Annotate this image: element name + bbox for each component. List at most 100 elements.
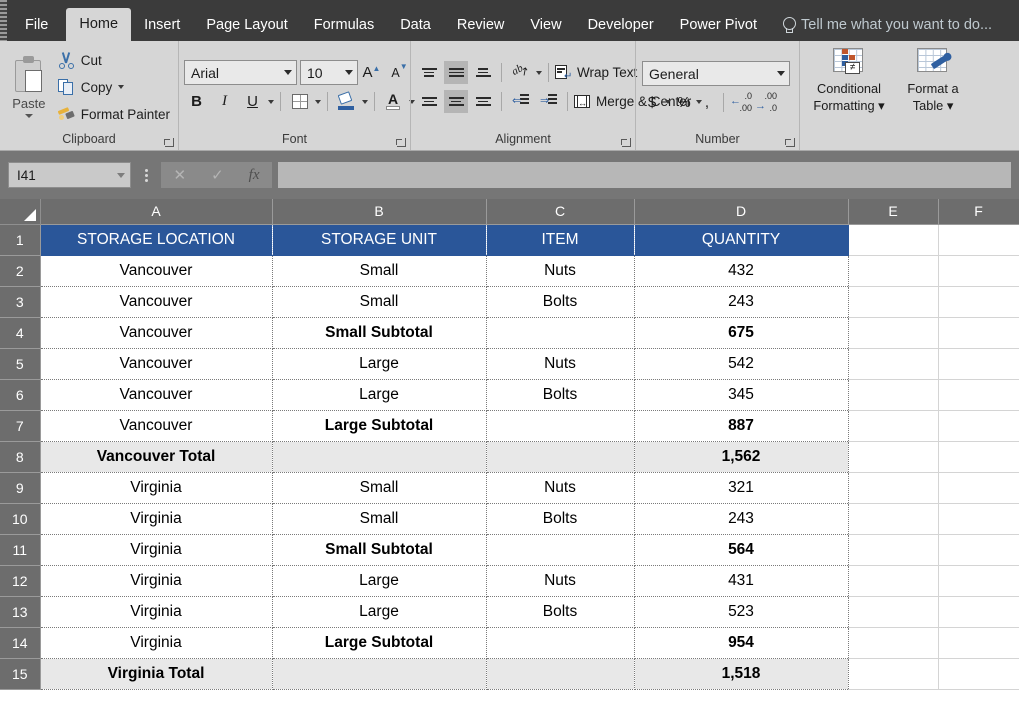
row-header-12[interactable]: 12 [0, 565, 40, 596]
row-header-6[interactable]: 6 [0, 379, 40, 410]
cell-D8[interactable]: 1,562 [634, 441, 848, 472]
cell-C9[interactable]: Nuts [486, 472, 634, 503]
cell-F15[interactable] [938, 658, 1019, 689]
cell-E3[interactable] [848, 286, 938, 317]
cell-B1[interactable]: STORAGE UNIT [272, 224, 486, 255]
chevron-down-icon[interactable] [118, 85, 124, 89]
currency-chevron-down-icon[interactable] [665, 100, 671, 104]
cell-A8[interactable]: Vancouver Total [40, 441, 272, 472]
orientation-chevron-down-icon[interactable] [536, 71, 542, 75]
font-dialog-launcher[interactable] [397, 138, 406, 147]
cell-E7[interactable] [848, 410, 938, 441]
tab-developer[interactable]: Developer [575, 9, 667, 41]
cell-F11[interactable] [938, 534, 1019, 565]
cell-A7[interactable]: Vancouver [40, 410, 272, 441]
cut-button[interactable]: Cut [55, 48, 173, 72]
cell-B5[interactable]: Large [272, 348, 486, 379]
cell-C10[interactable]: Bolts [486, 503, 634, 534]
cell-A4[interactable]: Vancouver [40, 317, 272, 348]
cell-C13[interactable]: Bolts [486, 596, 634, 627]
cell-D12[interactable]: 431 [634, 565, 848, 596]
cell-E11[interactable] [848, 534, 938, 565]
number-format-combobox[interactable]: General [642, 61, 790, 86]
underline-button[interactable]: U [240, 89, 265, 114]
cell-E14[interactable] [848, 627, 938, 658]
column-header-f[interactable]: F [938, 199, 1019, 224]
fill-color-button[interactable] [334, 89, 359, 114]
formula-bar-grip[interactable] [139, 169, 153, 182]
row-header-5[interactable]: 5 [0, 348, 40, 379]
cell-A3[interactable]: Vancouver [40, 286, 272, 317]
cell-D7[interactable]: 887 [634, 410, 848, 441]
row-header-13[interactable]: 13 [0, 596, 40, 627]
cell-D2[interactable]: 432 [634, 255, 848, 286]
cell-C2[interactable]: Nuts [486, 255, 634, 286]
format-as-table-button[interactable]: Format a Table ▾ [896, 47, 970, 113]
cell-C5[interactable]: Nuts [486, 348, 634, 379]
orientation-button[interactable]: ab↗ [508, 60, 533, 85]
cell-F3[interactable] [938, 286, 1019, 317]
row-header-9[interactable]: 9 [0, 472, 40, 503]
percent-style-button[interactable]: % [674, 91, 694, 113]
borders-button[interactable] [287, 89, 312, 114]
cell-C8[interactable] [486, 441, 634, 472]
cell-D10[interactable]: 243 [634, 503, 848, 534]
font-color-button[interactable]: A [381, 89, 406, 114]
select-all-corner[interactable] [0, 199, 40, 224]
cell-F5[interactable] [938, 348, 1019, 379]
row-header-4[interactable]: 4 [0, 317, 40, 348]
cell-D14[interactable]: 954 [634, 627, 848, 658]
cell-E10[interactable] [848, 503, 938, 534]
decrease-indent-button[interactable]: ⇐ [508, 89, 533, 114]
cell-B6[interactable]: Large [272, 379, 486, 410]
cell-A13[interactable]: Virginia [40, 596, 272, 627]
cell-B14[interactable]: Large Subtotal [272, 627, 486, 658]
cell-E1[interactable] [848, 224, 938, 255]
cell-A9[interactable]: Virginia [40, 472, 272, 503]
cell-B12[interactable]: Large [272, 565, 486, 596]
cell-E5[interactable] [848, 348, 938, 379]
name-box[interactable]: I41 [8, 162, 131, 188]
cell-D9[interactable]: 321 [634, 472, 848, 503]
cell-B11[interactable]: Small Subtotal [272, 534, 486, 565]
cell-A2[interactable]: Vancouver [40, 255, 272, 286]
cell-C6[interactable]: Bolts [486, 379, 634, 410]
row-header-15[interactable]: 15 [0, 658, 40, 689]
tab-view[interactable]: View [517, 9, 574, 41]
font-size-combobox[interactable]: 10 [300, 60, 358, 85]
cell-E8[interactable] [848, 441, 938, 472]
tab-page-layout[interactable]: Page Layout [193, 9, 300, 41]
column-header-b[interactable]: B [272, 199, 486, 224]
cell-E2[interactable] [848, 255, 938, 286]
cell-D11[interactable]: 564 [634, 534, 848, 565]
align-top-button[interactable] [417, 61, 441, 84]
cell-B3[interactable]: Small [272, 286, 486, 317]
cell-E4[interactable] [848, 317, 938, 348]
cell-F10[interactable] [938, 503, 1019, 534]
cell-E12[interactable] [848, 565, 938, 596]
cell-A15[interactable]: Virginia Total [40, 658, 272, 689]
align-right-button[interactable] [471, 90, 495, 113]
decrease-decimal-button[interactable]: .00→.0 [755, 92, 777, 112]
align-bottom-button[interactable] [471, 61, 495, 84]
cell-A5[interactable]: Vancouver [40, 348, 272, 379]
conditional-formatting-button[interactable]: ≠ Conditional Formatting ▾ [812, 47, 886, 113]
tab-home[interactable]: Home [66, 8, 131, 41]
cell-F4[interactable] [938, 317, 1019, 348]
cell-A10[interactable]: Virginia [40, 503, 272, 534]
cell-A1[interactable]: STORAGE LOCATION [40, 224, 272, 255]
cell-B9[interactable]: Small [272, 472, 486, 503]
cell-D4[interactable]: 675 [634, 317, 848, 348]
cell-A14[interactable]: Virginia [40, 627, 272, 658]
cell-A6[interactable]: Vancouver [40, 379, 272, 410]
alignment-dialog-launcher[interactable] [622, 138, 631, 147]
align-center-button[interactable] [444, 90, 468, 113]
wrap-text-button[interactable]: ↵ Wrap Text [555, 64, 637, 81]
tab-file[interactable]: File [7, 9, 66, 41]
chevron-down-icon[interactable] [117, 173, 125, 178]
row-header-10[interactable]: 10 [0, 503, 40, 534]
font-name-combobox[interactable]: Arial [184, 60, 297, 85]
tell-me-search[interactable]: Tell me what you want to do... [782, 9, 992, 41]
row-header-2[interactable]: 2 [0, 255, 40, 286]
increase-font-size-button[interactable]: A▲ [361, 60, 386, 85]
